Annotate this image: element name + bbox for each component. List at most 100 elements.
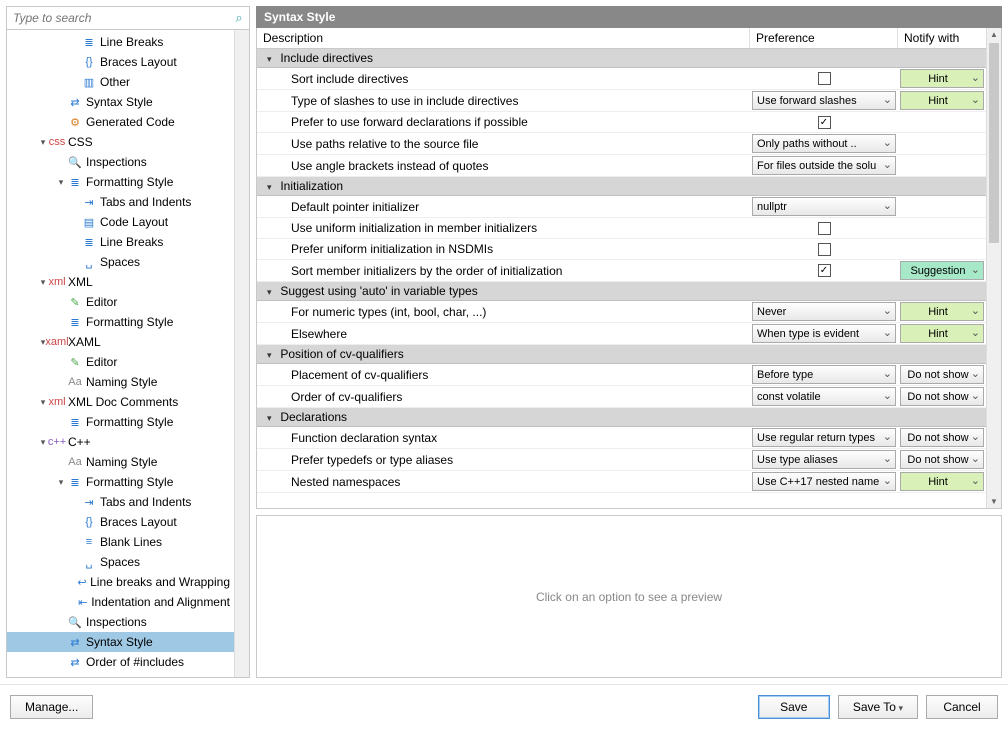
- option-description[interactable]: Elsewhere: [257, 323, 750, 344]
- notify-select[interactable]: Hint: [900, 302, 984, 321]
- expand-arrow-icon[interactable]: ▾: [37, 397, 49, 408]
- preference-select[interactable]: Use C++17 nested name: [752, 472, 896, 491]
- tree-item[interactable]: ▸▤Code Layout: [7, 212, 234, 232]
- preference-select[interactable]: Never: [752, 302, 896, 321]
- search-input[interactable]: [7, 7, 229, 29]
- save-button[interactable]: Save: [758, 695, 830, 719]
- tree-item[interactable]: ▸≣Formatting Style: [7, 412, 234, 432]
- tree-item[interactable]: ▸⇥Tabs and Indents: [7, 492, 234, 512]
- preference-checkbox[interactable]: [818, 72, 831, 85]
- notify-select[interactable]: Hint: [900, 91, 984, 110]
- group-header[interactable]: ▾ Initialization: [257, 177, 986, 196]
- col-notify[interactable]: Notify with: [898, 28, 986, 48]
- preference-select[interactable]: When type is evident: [752, 324, 896, 343]
- tree-item[interactable]: ▸≣Formatting Style: [7, 312, 234, 332]
- tree-item[interactable]: ▾xamlXAML: [7, 332, 234, 352]
- group-header[interactable]: ▾ Include directives: [257, 49, 986, 68]
- preference-select[interactable]: Use forward slashes: [752, 91, 896, 110]
- option-description[interactable]: Function declaration syntax: [257, 427, 750, 448]
- tree-item[interactable]: ▾cssCSS: [7, 132, 234, 152]
- expand-arrow-icon[interactable]: ▾: [55, 477, 67, 488]
- option-row: Use uniform initialization in member ini…: [257, 218, 986, 239]
- option-description[interactable]: Nested namespaces: [257, 471, 750, 492]
- tree-item[interactable]: ▸▥Other: [7, 72, 234, 92]
- notify-select[interactable]: Suggestion: [900, 261, 984, 280]
- tree-item[interactable]: ▾≣Formatting Style: [7, 472, 234, 492]
- option-description[interactable]: Prefer uniform initialization in NSDMIs: [257, 239, 750, 259]
- preference-select[interactable]: Use type aliases: [752, 450, 896, 469]
- tree-item[interactable]: ▸≣Line Breaks: [7, 232, 234, 252]
- group-header[interactable]: ▾ Declarations: [257, 408, 986, 427]
- option-description[interactable]: Use paths relative to the source file: [257, 133, 750, 154]
- tree-item[interactable]: ▸🔍Inspections: [7, 612, 234, 632]
- expand-arrow-icon[interactable]: ▾: [37, 137, 49, 148]
- notify-cell: Hint: [898, 68, 986, 89]
- nav-tree[interactable]: ▸≣Line Breaks▸{}Braces Layout▸▥Other▸⇄Sy…: [7, 30, 234, 677]
- tree-item[interactable]: ▸␣Spaces: [7, 552, 234, 572]
- tree-item[interactable]: ▸⇄Syntax Style: [7, 92, 234, 112]
- option-description[interactable]: Placement of cv-qualifiers: [257, 364, 750, 385]
- save-to-button[interactable]: Save To: [838, 695, 918, 719]
- col-preference[interactable]: Preference: [750, 28, 898, 48]
- preference-checkbox[interactable]: [818, 243, 831, 256]
- preference-select[interactable]: nullptr: [752, 197, 896, 216]
- notify-select[interactable]: Do not show: [900, 450, 984, 469]
- option-description[interactable]: Sort member initializers by the order of…: [257, 260, 750, 281]
- preference-checkbox[interactable]: ✓: [818, 116, 831, 129]
- option-description[interactable]: Default pointer initializer: [257, 196, 750, 217]
- tree-item[interactable]: ▾xmlXML Doc Comments: [7, 392, 234, 412]
- preference-select[interactable]: const volatile: [752, 387, 896, 406]
- notify-select[interactable]: Hint: [900, 472, 984, 491]
- option-description[interactable]: Use uniform initialization in member ini…: [257, 218, 750, 238]
- notify-select[interactable]: Do not show: [900, 428, 984, 447]
- preference-select[interactable]: Use regular return types: [752, 428, 896, 447]
- tree-item[interactable]: ▸{}Braces Layout: [7, 52, 234, 72]
- notify-select[interactable]: Hint: [900, 69, 984, 88]
- option-description[interactable]: Order of cv-qualifiers: [257, 386, 750, 407]
- expand-arrow-icon[interactable]: ▾: [37, 277, 49, 288]
- tree-item[interactable]: ▸≣Line Breaks: [7, 32, 234, 52]
- tree-scrollbar[interactable]: [234, 30, 249, 677]
- tree-item[interactable]: ▾≣Formatting Style: [7, 172, 234, 192]
- preference-select[interactable]: For files outside the solu: [752, 156, 896, 175]
- option-description[interactable]: Use angle brackets instead of quotes: [257, 155, 750, 176]
- notify-select[interactable]: Do not show: [900, 365, 984, 384]
- tree-item[interactable]: ▸⇄Syntax Style: [7, 632, 234, 652]
- preference-select[interactable]: Only paths without ..: [752, 134, 896, 153]
- tree-item[interactable]: ▾c++C++: [7, 432, 234, 452]
- tree-item[interactable]: ▾xmlXML: [7, 272, 234, 292]
- tree-item[interactable]: ▸⚙Generated Code: [7, 112, 234, 132]
- notify-select[interactable]: Hint: [900, 324, 984, 343]
- tree-item[interactable]: ▸{}Braces Layout: [7, 512, 234, 532]
- cancel-button[interactable]: Cancel: [926, 695, 998, 719]
- tree-item[interactable]: ▸␣Spaces: [7, 252, 234, 272]
- option-description[interactable]: For numeric types (int, bool, char, ...): [257, 301, 750, 322]
- preference-checkbox[interactable]: ✓: [818, 264, 831, 277]
- tree-item[interactable]: ▸⇄Order of #includes: [7, 652, 234, 672]
- notify-select[interactable]: Do not show: [900, 387, 984, 406]
- option-description[interactable]: Prefer to use forward declarations if po…: [257, 112, 750, 132]
- preference-select[interactable]: Before type: [752, 365, 896, 384]
- tree-item[interactable]: ▸🔍Inspections: [7, 152, 234, 172]
- tree-item[interactable]: ▸⇤Indentation and Alignment: [7, 592, 234, 612]
- tree-item[interactable]: ▸✎Editor: [7, 352, 234, 372]
- option-description[interactable]: Sort include directives: [257, 68, 750, 89]
- option-description[interactable]: Prefer typedefs or type aliases: [257, 449, 750, 470]
- preference-checkbox[interactable]: [818, 222, 831, 235]
- tree-item[interactable]: ▸↩Line breaks and Wrapping: [7, 572, 234, 592]
- tree-item[interactable]: ▸AaNaming Style: [7, 452, 234, 472]
- col-description[interactable]: Description: [257, 28, 750, 48]
- group-header[interactable]: ▾ Suggest using 'auto' in variable types: [257, 282, 986, 301]
- option-description[interactable]: Type of slashes to use in include direct…: [257, 90, 750, 111]
- tree-item[interactable]: ▸≡Blank Lines: [7, 532, 234, 552]
- tree-item[interactable]: ▸✎Editor: [7, 292, 234, 312]
- group-label: Suggest using 'auto' in variable types: [280, 284, 477, 298]
- search-icon[interactable]: ⌕: [229, 10, 249, 26]
- group-header[interactable]: ▾ Position of cv-qualifiers: [257, 345, 986, 364]
- tree-item[interactable]: ▸⇥Tabs and Indents: [7, 192, 234, 212]
- tree-item[interactable]: ▸AaNaming Style: [7, 372, 234, 392]
- tree-node-icon: ⇥: [81, 494, 97, 510]
- manage-button[interactable]: Manage...: [10, 695, 93, 719]
- grid-scrollbar[interactable]: ▲ ▼: [986, 28, 1001, 508]
- expand-arrow-icon[interactable]: ▾: [55, 177, 67, 188]
